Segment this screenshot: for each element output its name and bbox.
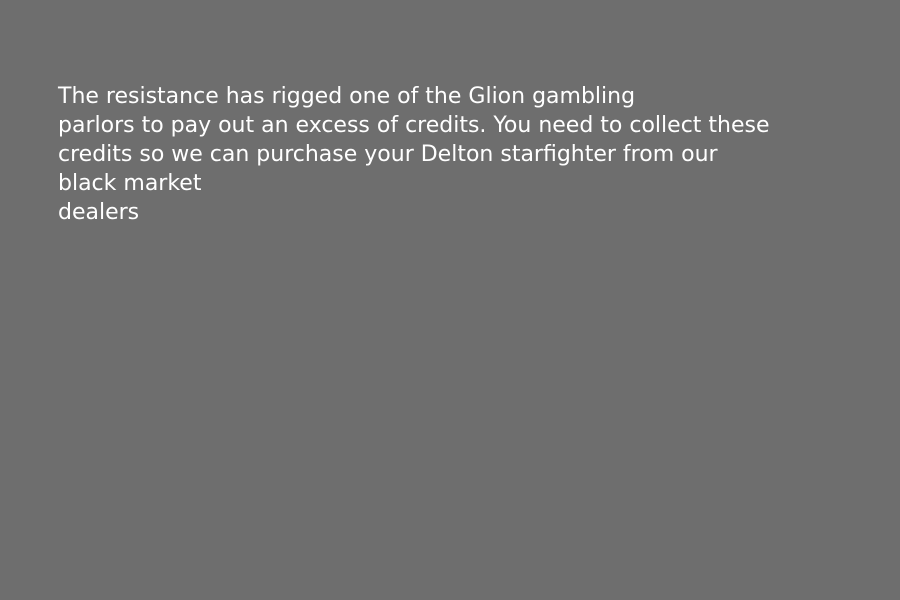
mission-briefing-text: The resistance has rigged one of the Gli… [58,82,888,227]
briefing-line: black market [58,171,202,196]
briefing-line: The resistance has rigged one of the Gli… [58,84,636,109]
game-screen: The resistance has rigged one of the Gli… [0,0,900,600]
briefing-line: parlors to pay out an excess of credits.… [58,113,770,138]
briefing-line: dealers [58,200,140,225]
briefing-line: credits so we can purchase your Delton s… [58,142,718,167]
